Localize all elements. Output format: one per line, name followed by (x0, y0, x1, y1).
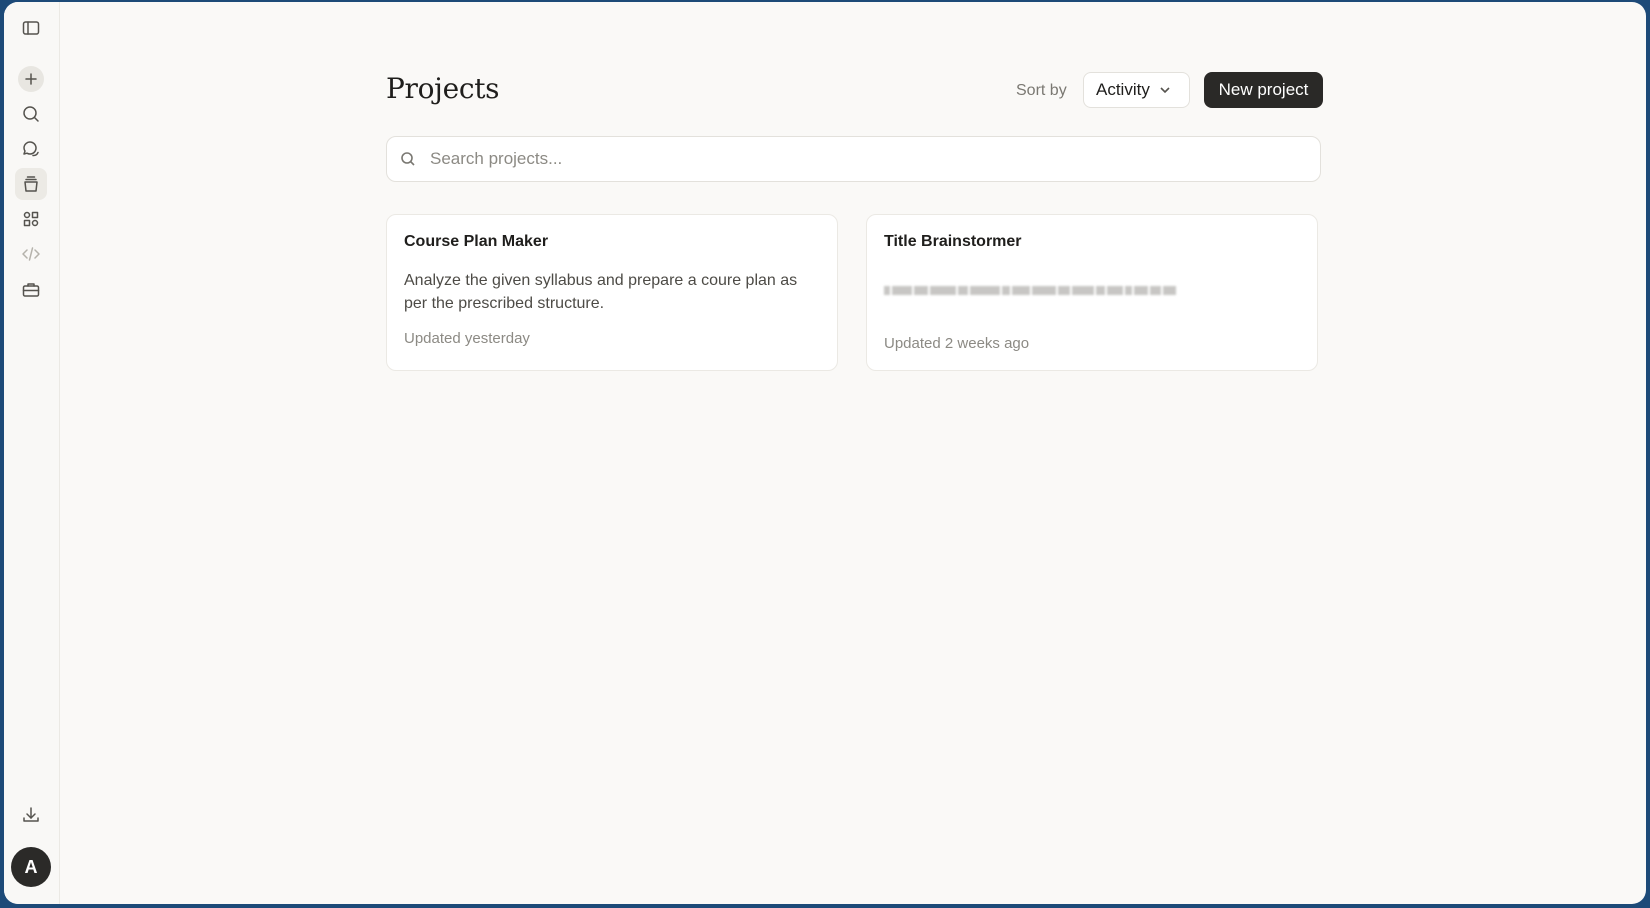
sort-dropdown[interactable]: Activity (1083, 72, 1190, 108)
project-title: Title Brainstormer (884, 233, 1022, 250)
search-icon (401, 152, 415, 166)
new-project-button[interactable]: New project (1204, 72, 1323, 108)
project-updated: Updated yesterday (404, 330, 530, 347)
avatar[interactable]: A (11, 847, 51, 887)
chevron-down-icon (1160, 87, 1170, 94)
toolbox-icon[interactable] (15, 274, 47, 306)
sort-label: Sort by (1016, 82, 1067, 99)
page-title: Projects (386, 72, 500, 105)
project-updated: Updated 2 weeks ago (884, 335, 1030, 352)
redacted-description (884, 281, 1300, 299)
project-card[interactable]: Course Plan Maker Analyze the given syll… (386, 214, 838, 371)
search-input[interactable] (430, 149, 1290, 169)
download-icon[interactable] (15, 799, 47, 831)
sort-value: Activity (1096, 80, 1150, 99)
project-card[interactable]: Title Brainstormer Updated 2 weeks ago (866, 214, 1318, 371)
app-window: A Projects Sort by Activity New project … (4, 2, 1646, 904)
new-chat-plus-icon[interactable] (18, 66, 44, 92)
project-description: Analyze the given syllabus and prepare a… (404, 272, 798, 312)
code-icon[interactable] (15, 238, 47, 270)
chats-icon[interactable] (15, 133, 47, 165)
sidebar: A (4, 2, 60, 904)
project-title: Course Plan Maker (404, 233, 549, 250)
artifacts-icon[interactable] (15, 203, 47, 235)
search-bar[interactable] (386, 136, 1321, 182)
sidebar-toggle-icon[interactable] (15, 12, 47, 44)
search-icon[interactable] (15, 98, 47, 130)
projects-icon[interactable] (15, 168, 47, 200)
